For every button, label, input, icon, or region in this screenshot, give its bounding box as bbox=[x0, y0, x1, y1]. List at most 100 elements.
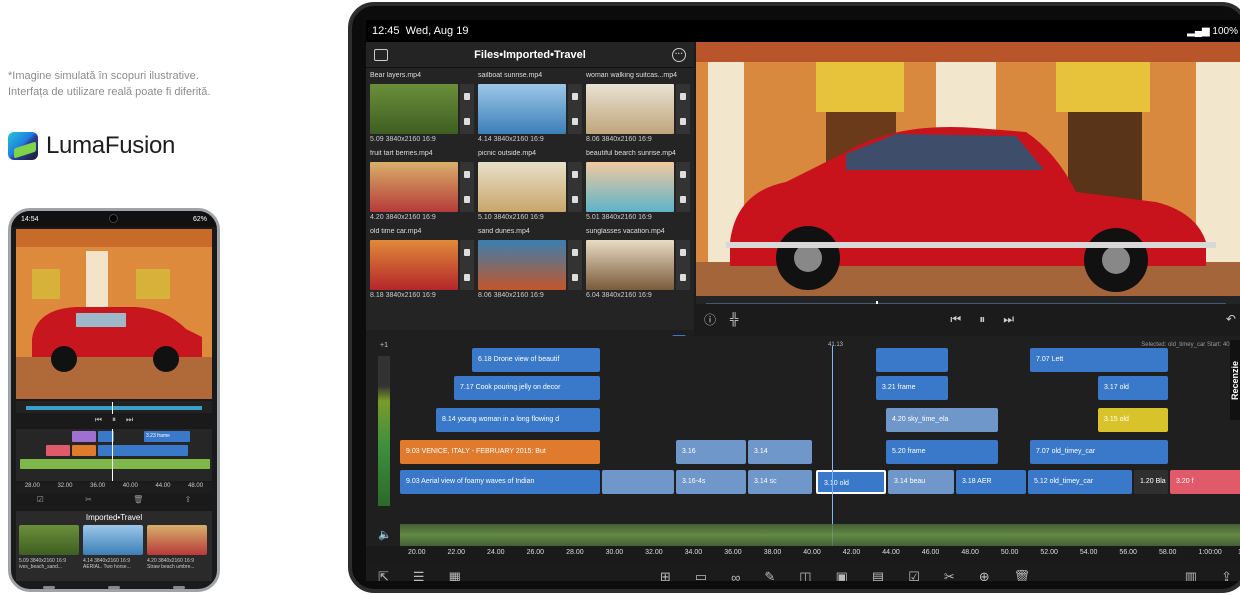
speaker-icon[interactable]: 🔈 bbox=[378, 528, 392, 541]
timeline-clip[interactable]: 7.17 Cook pouring jelly on decor bbox=[454, 376, 600, 400]
timeline-clip[interactable]: 3.14 sc bbox=[748, 470, 812, 494]
media-thumbnail[interactable]: woman walking suitcas...mp4 8.06 3840x216… bbox=[586, 72, 691, 148]
ruler-tick: 24.00 bbox=[487, 549, 505, 556]
phone-clip[interactable] bbox=[72, 431, 96, 442]
project-settings-icon[interactable]: ☰ bbox=[413, 569, 425, 581]
timeline-clip[interactable]: 3.15 old bbox=[1098, 408, 1168, 432]
pause-icon[interactable]: ⏸ bbox=[979, 312, 985, 327]
info-icon[interactable]: ⓘ bbox=[704, 311, 716, 328]
folder-icon[interactable] bbox=[374, 48, 388, 61]
media-thumbnail[interactable]: old time car.mp4 8.18 3840x2160 16:9 bbox=[370, 228, 475, 304]
phone-thumbnail[interactable] bbox=[19, 525, 79, 555]
skip-back-icon[interactable]: ⏮ bbox=[95, 415, 102, 427]
media-info: 8.06 3840x2160 16:9 bbox=[478, 292, 544, 299]
phone-clip[interactable] bbox=[72, 445, 96, 456]
timeline-clip[interactable] bbox=[876, 348, 948, 372]
timeline-clip[interactable]: 7.07 old_timey_car bbox=[1030, 440, 1168, 464]
pause-icon[interactable]: ⏸ bbox=[112, 415, 116, 427]
media-preview bbox=[586, 240, 674, 290]
select-check-icon[interactable]: ☑ bbox=[908, 569, 920, 581]
link-icon[interactable]: ∞ bbox=[731, 570, 740, 582]
media-thumbnail[interactable]: Bear layers.mp4 5.09 3840x2160 16:9 bbox=[370, 72, 475, 148]
color-swatch-icon[interactable]: ▦ bbox=[449, 569, 461, 581]
checkbox-icon[interactable]: ☑ bbox=[37, 495, 44, 509]
viewer-scrubber[interactable] bbox=[696, 296, 1240, 309]
media-thumbnail[interactable]: sunglasses vacation.mp4 6.04 3840x2160 16… bbox=[586, 228, 691, 304]
timeline-clip[interactable]: 4.20 sky_time_ela bbox=[886, 408, 998, 432]
phone-library: Imported•Travel 5.09 3840x2160 16:9 4.14… bbox=[16, 511, 212, 581]
timeline-clip[interactable]: 9.03 VENICE, ITALY - FEBRUARY 2015: But bbox=[400, 440, 600, 464]
scissors-icon[interactable]: ✂ bbox=[85, 495, 92, 509]
timeline-clip[interactable]: 9.03 Aerial view of foamy waves of India… bbox=[400, 470, 600, 494]
home-icon[interactable] bbox=[107, 585, 120, 589]
timeline-clip[interactable]: 6.18 Drone view of beautif bbox=[472, 348, 600, 372]
ruler-tick: 36.00 bbox=[724, 549, 742, 556]
add-icon[interactable]: ⊕ bbox=[979, 569, 990, 581]
timeline-clip[interactable]: 3.21 frame bbox=[876, 376, 948, 400]
media-file-name: sailboat sunrise.mp4 bbox=[478, 72, 543, 79]
timeline-clip[interactable]: 5.20 frame bbox=[886, 440, 998, 464]
timeline-clip[interactable]: 3.17 old bbox=[1098, 376, 1168, 400]
timeline-clip[interactable]: 3.14 bbox=[748, 440, 812, 464]
share-icon[interactable]: ⇪ bbox=[1221, 569, 1232, 581]
audio-waveform-track[interactable] bbox=[400, 524, 1240, 546]
timeline[interactable]: +1 41.13 Selected: old_timey_car Start: … bbox=[366, 336, 1240, 546]
back-icon[interactable] bbox=[173, 585, 186, 589]
phone-thumbnail[interactable] bbox=[83, 525, 143, 555]
export-icon[interactable]: ⇱ bbox=[378, 569, 389, 581]
ruler-tick: 44.00 bbox=[155, 483, 171, 489]
media-preview bbox=[370, 240, 458, 290]
timeline-ruler[interactable]: 20.00 22.00 24.00 26.00 28.00 30.00 32.00 34.00… bbox=[366, 546, 1240, 562]
skip-back-icon[interactable]: ⏮ bbox=[950, 312, 961, 327]
snapshot-icon[interactable]: ◫ bbox=[799, 569, 811, 581]
clip-icon bbox=[680, 93, 686, 100]
timeline-clip[interactable]: 8.14 young woman in a long flowing d bbox=[436, 408, 600, 432]
timeline-playhead[interactable] bbox=[832, 346, 833, 546]
trash-icon[interactable]: 🗑 bbox=[133, 495, 143, 509]
timeline-clip[interactable]: 3.14 beau bbox=[888, 470, 954, 494]
skip-forward-icon[interactable]: ⏭ bbox=[1003, 312, 1014, 327]
media-thumbnail[interactable]: fruit tart berries.mp4 4.20 3840x2160 16:… bbox=[370, 150, 475, 226]
phone-timeline[interactable]: 3.23 frame bbox=[16, 429, 212, 481]
media-info: 4.14 3840x2160 16:9 bbox=[478, 136, 544, 143]
media-thumbnail[interactable]: sailboat sunrise.mp4 4.14 3840x2160 16:9 bbox=[478, 72, 583, 148]
more-options-icon[interactable]: ··· bbox=[671, 47, 686, 62]
photo-icon[interactable]: ▣ bbox=[836, 569, 848, 581]
phone-time: 14:54 bbox=[21, 215, 39, 223]
clipboard-icon[interactable]: ▤ bbox=[872, 569, 884, 581]
timeline-clip[interactable]: 3.20 f bbox=[1170, 470, 1240, 494]
add-track-icon[interactable]: ⊞ bbox=[660, 569, 671, 581]
media-side-icons bbox=[460, 84, 474, 134]
share-icon[interactable]: ⇪ bbox=[185, 495, 192, 509]
timeline-clip[interactable]: 3.18 AER bbox=[956, 470, 1026, 494]
review-side-tab[interactable]: Recenzie bbox=[1230, 340, 1240, 420]
phone-audio-clip[interactable] bbox=[20, 459, 210, 469]
media-thumbnail[interactable]: sand dunes.mp4 8.06 3840x2160 16:9 bbox=[478, 228, 583, 304]
delete-icon[interactable]: 🗑 bbox=[1014, 569, 1031, 581]
timeline-clip[interactable] bbox=[602, 470, 674, 494]
ruler-tick: 1:00:00 bbox=[1198, 549, 1222, 556]
phone-thumbnail[interactable] bbox=[147, 525, 207, 555]
phone-clip-label[interactable]: 3.23 frame bbox=[144, 431, 190, 442]
timeline-clip[interactable]: 7.07 Lett bbox=[1030, 348, 1168, 372]
timeline-clip[interactable]: 3.16 bbox=[676, 440, 746, 464]
skip-forward-icon[interactable]: ⏭ bbox=[126, 415, 133, 427]
phone-clip[interactable] bbox=[46, 445, 70, 456]
preview-viewer[interactable] bbox=[696, 42, 1240, 296]
timeline-clip-selected[interactable]: 3.10 old bbox=[816, 470, 886, 494]
media-thumbnail[interactable]: picnic outside.mp4 5.10 3840x2160 16:9 bbox=[478, 150, 583, 226]
timeline-clip[interactable]: 5.12 old_timey_car bbox=[1028, 470, 1132, 494]
duplicate-icon[interactable]: ▭ bbox=[695, 569, 707, 581]
recent-apps-icon[interactable] bbox=[42, 585, 55, 589]
undo-icon[interactable]: ↶ bbox=[1226, 312, 1236, 326]
phone-playhead[interactable] bbox=[112, 429, 113, 481]
add-marker-icon[interactable]: ╬ bbox=[730, 312, 739, 326]
layout-icon[interactable]: ▥ bbox=[1185, 569, 1197, 581]
edit-pencil-icon[interactable]: ✎ bbox=[764, 569, 775, 581]
media-thumbnail[interactable]: beautiful bearch sunrise.mp4 5.01 3840x21… bbox=[586, 150, 691, 226]
timeline-clip[interactable]: 3.16-4s bbox=[676, 470, 746, 494]
scissors-icon[interactable]: ✂ bbox=[944, 569, 955, 581]
track-add[interactable]: +1 bbox=[380, 342, 388, 349]
tablet-battery: 100% bbox=[1212, 25, 1238, 37]
timeline-clip[interactable]: 1.20 Bla bbox=[1134, 470, 1168, 494]
